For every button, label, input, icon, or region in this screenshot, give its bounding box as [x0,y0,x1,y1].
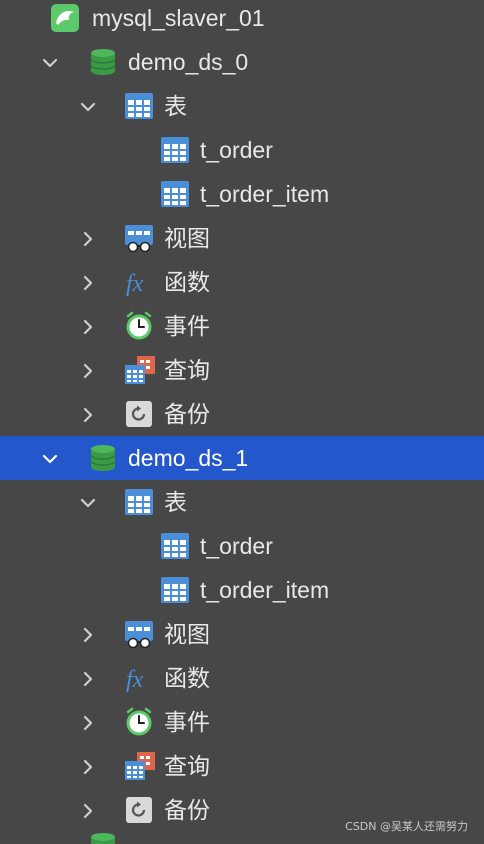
queries-group-row[interactable]: 查询 [0,348,484,392]
group-label: 函数 [164,269,210,295]
table-icon [160,531,190,561]
navigator-tree: mysql_slaver_01 demo_ds_0 表 t_order t_or… [0,0,484,844]
chevron-right-icon[interactable] [78,228,98,248]
tables-group-label: 表 [164,489,187,515]
chevron-right-icon[interactable] [78,800,98,820]
table-row-t-order[interactable]: t_order [0,128,484,172]
group-label: 视图 [164,621,210,647]
dolphin-icon [50,3,80,33]
group-label: 函数 [164,665,210,691]
functions-group-row[interactable]: fx 函数 [0,656,484,700]
chevron-right-icon[interactable] [78,272,98,292]
events-group-row[interactable]: 事件 [0,304,484,348]
tables-group-row[interactable]: 表 [0,480,484,524]
table-icon [124,487,154,517]
group-label: 事件 [164,709,210,735]
table-icon [160,179,190,209]
database-icon [88,443,118,473]
svg-text:fx: fx [126,667,144,693]
view-icon [124,223,154,253]
views-group-row[interactable]: 视图 [0,216,484,260]
table-icon [160,135,190,165]
table-label: t_order_item [200,181,330,207]
table-row-t-order-item[interactable]: t_order_item [0,568,484,612]
backup-icon [124,795,154,825]
group-label: 备份 [164,401,210,427]
chevron-right-icon[interactable] [78,712,98,732]
chevron-right-icon[interactable] [78,668,98,688]
view-icon [124,619,154,649]
group-label: 查询 [164,357,210,383]
database-label: demo_ds_0 [128,49,249,75]
chevron-right-icon[interactable] [78,624,98,644]
group-label: 事件 [164,313,210,339]
chevron-right-icon[interactable] [78,316,98,336]
clock-icon [124,311,154,341]
queries-group-row[interactable]: 查询 [0,744,484,788]
query-icon [124,751,155,781]
table-row-t-order-item[interactable]: t_order_item [0,172,484,216]
svg-text:fx: fx [126,271,144,297]
views-group-row[interactable]: 视图 [0,612,484,656]
table-label: t_order [200,137,273,163]
chevron-down-icon[interactable] [40,52,60,72]
database-label: demo_ds_1 [128,445,249,471]
backup-icon [124,399,154,429]
table-label: t_order [200,533,273,559]
watermark-text: CSDN @吴某人还需努力 [345,820,468,833]
table-icon [160,575,190,605]
database-icon [88,47,118,77]
backups-group-row[interactable]: 备份 [0,392,484,436]
chevron-down-icon[interactable] [40,448,60,468]
database-row-demo-ds-1[interactable]: demo_ds_1 [0,436,484,480]
chevron-right-icon[interactable] [78,756,98,776]
query-icon [124,355,155,385]
table-label: t_order_item [200,577,330,603]
table-row-t-order[interactable]: t_order [0,524,484,568]
table-icon [124,91,154,121]
function-icon: fx [124,267,154,297]
events-group-row[interactable]: 事件 [0,700,484,744]
connection-label: mysql_slaver_01 [92,5,265,31]
chevron-down-icon[interactable] [78,96,98,116]
tables-group-row[interactable]: 表 [0,84,484,128]
connection-row[interactable]: mysql_slaver_01 [0,0,484,40]
group-label: 查询 [164,753,210,779]
chevron-right-icon[interactable] [78,404,98,424]
database-icon [88,831,118,844]
tables-group-label: 表 [164,93,187,119]
group-label: 视图 [164,225,210,251]
clock-icon [124,707,154,737]
function-icon: fx [124,663,154,693]
functions-group-row[interactable]: fx 函数 [0,260,484,304]
database-row-demo-ds-0[interactable]: demo_ds_0 [0,40,484,84]
chevron-down-icon[interactable] [78,492,98,512]
chevron-right-icon[interactable] [78,360,98,380]
group-label: 备份 [164,797,210,823]
